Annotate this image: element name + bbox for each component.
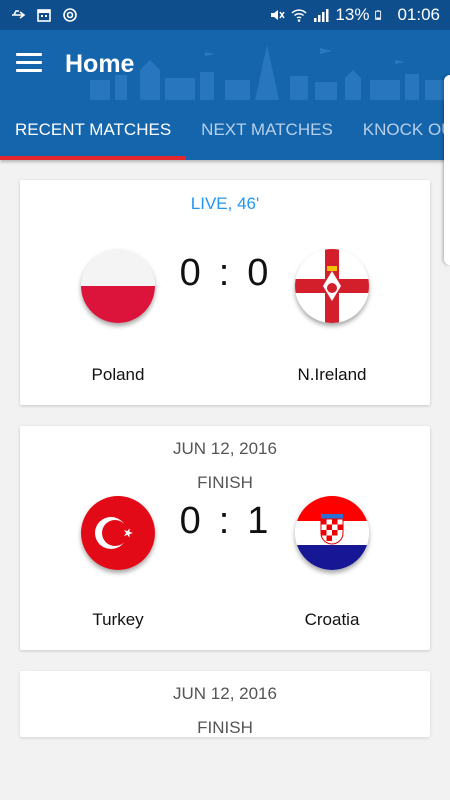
home-score: 0 bbox=[179, 500, 203, 542]
status-left-icons bbox=[10, 7, 78, 23]
away-team-name: N.Ireland bbox=[297, 365, 367, 384]
home-team-name: Turkey bbox=[92, 610, 144, 629]
away-team-name: Croatia bbox=[304, 610, 360, 629]
away-score: 1 bbox=[247, 500, 271, 542]
tab-knock-out[interactable]: KNOCK OUT bbox=[348, 100, 450, 160]
battery-percent: 13% bbox=[335, 5, 370, 24]
wifi-icon bbox=[291, 9, 307, 22]
home-team-name: Poland bbox=[91, 365, 145, 384]
match-card[interactable]: JUN 12, 2016 FINISH 0:1 Turkey Croatia bbox=[20, 426, 430, 650]
tab-bar: RECENT MATCHES NEXT MATCHES KNOCK OUT bbox=[0, 100, 450, 160]
edge-panel-handle[interactable] bbox=[444, 75, 450, 265]
home-score: 0 bbox=[179, 252, 203, 294]
battery-icon bbox=[375, 10, 382, 20]
sync-icon bbox=[63, 8, 77, 22]
status-bar: 13% 01:06 bbox=[0, 0, 450, 30]
northern-ireland-flag-icon bbox=[295, 249, 369, 323]
signal-icon bbox=[314, 9, 329, 22]
tab-recent-matches[interactable]: RECENT MATCHES bbox=[0, 100, 187, 160]
usb-icon bbox=[12, 10, 26, 19]
page-title: Home bbox=[65, 50, 135, 78]
away-score: 0 bbox=[247, 252, 271, 294]
app-bar: Home bbox=[0, 30, 450, 100]
match-status: FINISH bbox=[197, 473, 253, 492]
match-date: JUN 12, 2016 bbox=[173, 684, 277, 703]
clock: 01:06 bbox=[397, 5, 440, 24]
match-date: JUN 12, 2016 bbox=[173, 439, 277, 458]
match-status: LIVE, 46' bbox=[190, 194, 260, 213]
croatia-flag-icon bbox=[295, 496, 369, 570]
match-card[interactable]: LIVE, 46' 0:0 Poland N.Ireland bbox=[20, 180, 430, 405]
match-card[interactable]: JUN 12, 2016 FINISH bbox=[20, 671, 430, 737]
match-status: FINISH bbox=[197, 718, 253, 737]
score-separator: : bbox=[218, 500, 232, 542]
score-separator: : bbox=[218, 252, 232, 294]
tab-next-matches[interactable]: NEXT MATCHES bbox=[186, 100, 348, 160]
hamburger-menu-icon[interactable] bbox=[16, 53, 42, 75]
mute-icon bbox=[271, 10, 286, 20]
status-right: 13% 01:06 bbox=[269, 5, 440, 25]
calendar-icon bbox=[37, 9, 51, 22]
